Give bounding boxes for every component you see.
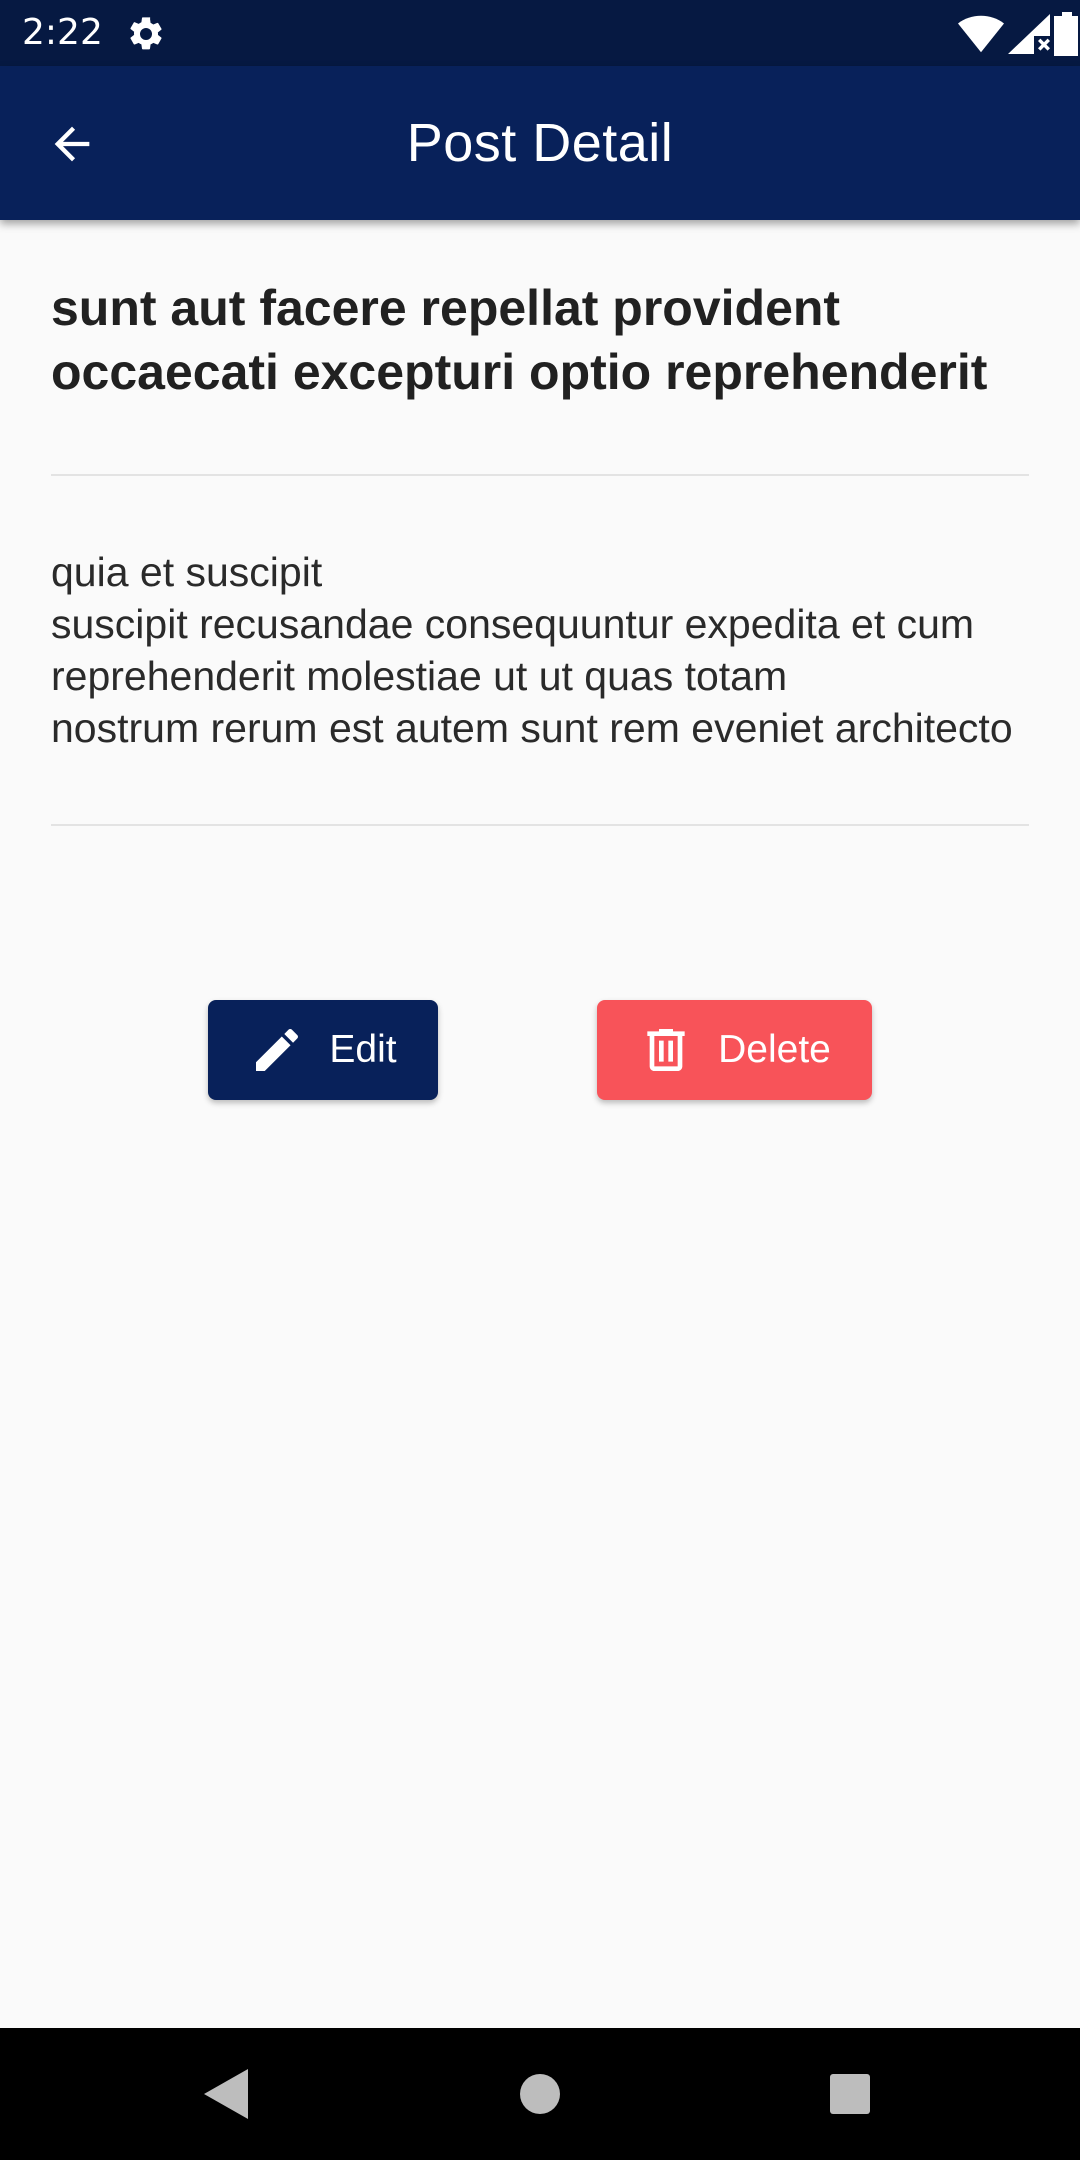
- nav-back-button[interactable]: [196, 2064, 256, 2124]
- delete-button-label: Delete: [718, 1028, 831, 1071]
- battery-icon: [1054, 12, 1078, 56]
- nav-recents-icon: [830, 2074, 870, 2114]
- nav-home-icon: [520, 2074, 560, 2114]
- post-detail-screen: 2:22 Post Detail sunt aut facere repella…: [0, 0, 1080, 2160]
- edit-button[interactable]: Edit: [208, 1000, 438, 1100]
- pencil-icon: [256, 1028, 299, 1071]
- status-time: 2:22: [22, 12, 103, 53]
- delete-button[interactable]: Delete: [597, 1000, 872, 1100]
- divider: [51, 474, 1029, 476]
- signal-icon: [1008, 14, 1050, 54]
- settings-gear-icon: [130, 17, 162, 50]
- post-actions: Edit Delete: [0, 1000, 1080, 1100]
- system-nav-bar: [0, 2028, 1080, 2160]
- app-bar: Post Detail: [0, 66, 1080, 220]
- post-title: sunt aut facere repellat provident occae…: [51, 280, 988, 400]
- status-bar: 2:22: [0, 0, 1080, 66]
- nav-back-icon: [204, 2069, 248, 2119]
- divider: [51, 824, 1029, 826]
- edit-button-label: Edit: [329, 1028, 397, 1071]
- post-content: sunt aut facere repellat provident occae…: [51, 220, 1029, 826]
- page-title: Post Detail: [406, 113, 674, 173]
- wifi-icon: [958, 15, 1004, 53]
- status-icons: [958, 12, 1080, 56]
- nav-home-button[interactable]: [510, 2064, 570, 2124]
- trash-icon: [647, 1029, 685, 1071]
- post-body: quia et suscipit suscipit recusandae con…: [51, 549, 1013, 751]
- nav-recents-button[interactable]: [820, 2064, 880, 2124]
